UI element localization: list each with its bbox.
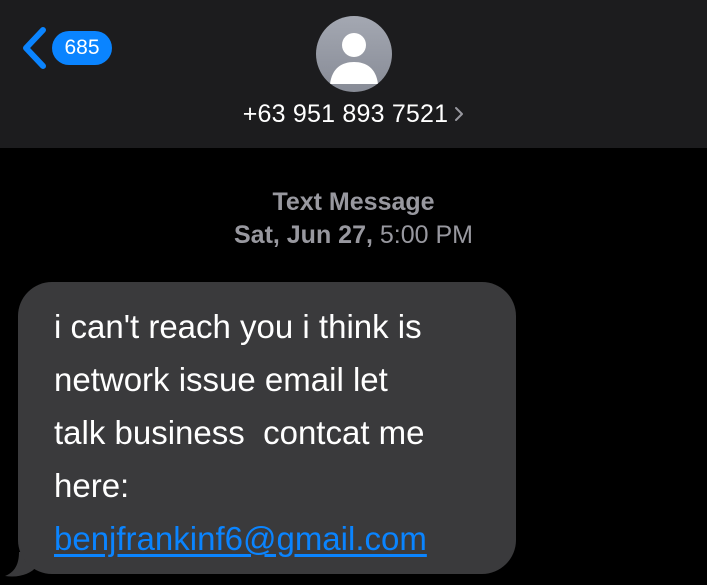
incoming-message-bubble[interactable]: i can't reach you i think is network iss… [18, 282, 516, 574]
unread-count-badge: 685 [52, 31, 112, 65]
conversation-header: 685 +63 951 893 7521 [0, 0, 707, 148]
person-silhouette-icon [330, 33, 378, 84]
message-line: talk business contcat me [54, 414, 425, 451]
message-timestamp: Sat, Jun 27, 5:00 PM [0, 218, 707, 252]
service-label: Text Message [272, 188, 435, 216]
avatar[interactable] [316, 16, 392, 92]
message-line: here: [54, 467, 130, 504]
timestamp-date: Sat, Jun 27, [233, 221, 373, 249]
message-item: i can't reach you i think is network iss… [18, 282, 516, 574]
back-button[interactable]: 685 [20, 26, 112, 70]
message-line: i can't reach you i think is [54, 308, 422, 345]
contact-number: +63 951 893 7521 [242, 100, 449, 128]
email-link[interactable]: benjfrankinf6@gmail.com [54, 512, 504, 565]
contact-details-button[interactable]: +63 951 893 7521 [0, 97, 707, 131]
message-line: network issue email let [54, 361, 388, 398]
timestamp-time: 5:00 PM [379, 221, 473, 249]
chevron-left-icon [23, 27, 46, 69]
thread-meta: Text Message Sat, Jun 27, 5:00 PM [0, 186, 707, 252]
chevron-right-icon [455, 107, 464, 121]
messages-screen: 685 +63 951 893 7521 Text Message Sat, J… [0, 0, 707, 585]
